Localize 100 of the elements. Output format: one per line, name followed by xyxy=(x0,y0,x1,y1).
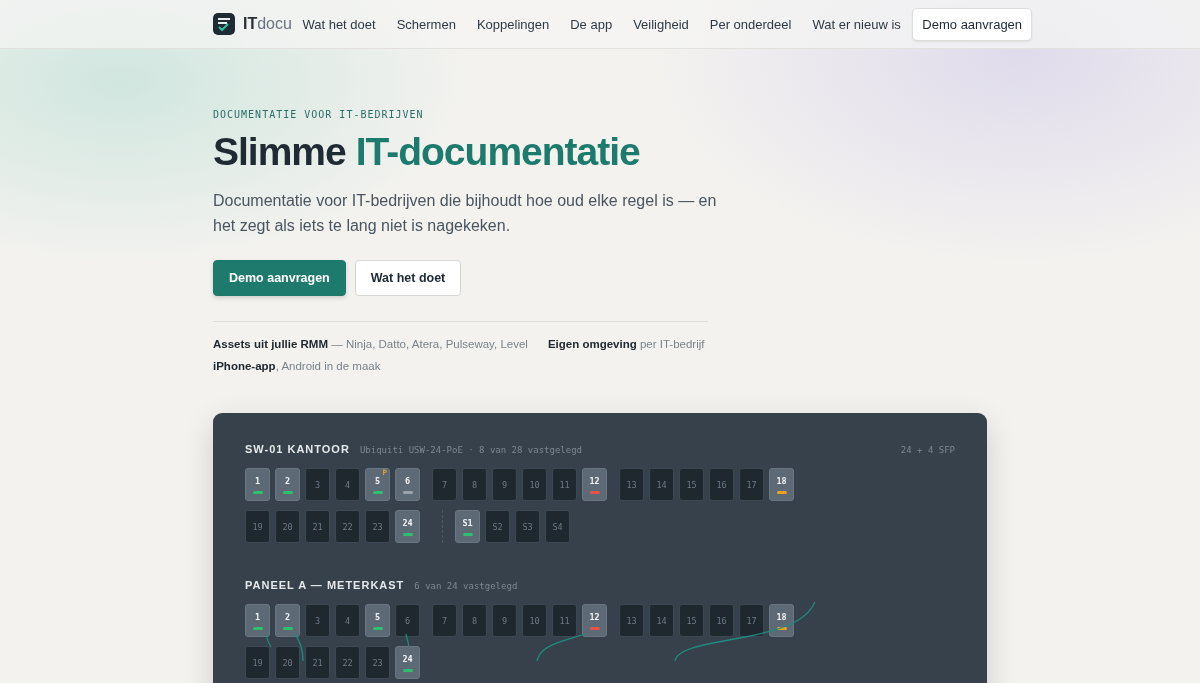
port[interactable]: 19 xyxy=(245,646,270,679)
port[interactable]: 24 xyxy=(395,646,420,679)
port[interactable]: 21 xyxy=(305,646,330,679)
port[interactable]: 3 xyxy=(305,604,330,637)
port[interactable]: 6 xyxy=(395,604,420,637)
port[interactable]: 5 xyxy=(365,604,390,637)
cable xyxy=(265,633,272,648)
port[interactable]: 20 xyxy=(275,510,300,543)
port[interactable]: 13 xyxy=(619,604,644,637)
port[interactable]: 11 xyxy=(552,604,577,637)
port-number: 13 xyxy=(626,479,637,490)
port-number: S3 xyxy=(522,521,533,532)
port[interactable]: 4 xyxy=(335,468,360,501)
demo-button[interactable]: Demo aanvragen xyxy=(213,260,346,296)
port-number: 12 xyxy=(589,475,600,486)
port[interactable]: S1 xyxy=(455,510,480,543)
port[interactable]: 9 xyxy=(492,468,517,501)
port[interactable]: 24 xyxy=(395,510,420,543)
nav-link[interactable]: Koppelingen xyxy=(466,16,560,32)
port-number: 7 xyxy=(441,479,448,490)
port[interactable]: 18 xyxy=(769,468,794,501)
port[interactable]: 16 xyxy=(709,468,734,501)
port[interactable]: 12 xyxy=(582,604,607,637)
port[interactable]: 15 xyxy=(679,604,704,637)
fact-text: iPhone-app, Android in de maak xyxy=(213,360,381,372)
headline: Slimme xyxy=(213,130,346,174)
port[interactable]: 10 xyxy=(522,468,547,501)
port-number: 22 xyxy=(342,521,353,532)
port-number: 24 xyxy=(402,653,413,664)
port[interactable]: 4 xyxy=(335,604,360,637)
port-number: 19 xyxy=(252,521,263,532)
port[interactable]: 9 xyxy=(492,604,517,637)
fact-text: Assets uit jullie RMM — Ninja, Datto, Atera, Pulseway, Level xyxy=(213,338,528,350)
port[interactable]: 8 xyxy=(462,468,487,501)
port[interactable]: 21 xyxy=(305,510,330,543)
port[interactable]: 7 xyxy=(432,604,457,637)
port[interactable]: 17 xyxy=(739,468,764,501)
features-button[interactable]: Wat het doet xyxy=(354,260,462,296)
port[interactable]: 3 xyxy=(305,468,330,501)
port-number: 22 xyxy=(342,657,353,668)
port[interactable]: 19 xyxy=(245,510,270,543)
demo-button[interactable]: Demo aanvragen xyxy=(912,7,1033,41)
cable xyxy=(405,633,410,648)
port[interactable]: 7 xyxy=(432,468,457,501)
port[interactable]: 14 xyxy=(649,468,674,501)
port-number: 9 xyxy=(501,479,508,490)
port-number: 18 xyxy=(776,475,787,486)
port-number: 19 xyxy=(252,657,263,668)
logo-icon[interactable] xyxy=(213,13,235,35)
fact-text: Eigen omgeving per IT-bedrijf xyxy=(547,338,705,350)
port-number: 14 xyxy=(656,479,667,490)
port[interactable]: 20 xyxy=(275,646,300,679)
port[interactable]: 2 xyxy=(275,604,300,637)
port[interactable]: 22 xyxy=(335,646,360,679)
port[interactable]: 23 xyxy=(365,646,390,679)
nav-link[interactable]: Per onderdeel xyxy=(699,16,802,32)
nav-link[interactable]: De app xyxy=(559,16,623,32)
port[interactable]: 10 xyxy=(522,604,547,637)
port-number: 3 xyxy=(314,615,321,626)
port[interactable]: 18 xyxy=(769,604,794,637)
port[interactable]: 22 xyxy=(335,510,360,543)
port-number: 13 xyxy=(626,615,637,626)
port-number: 17 xyxy=(746,479,757,490)
port[interactable]: 2 xyxy=(275,468,300,501)
port[interactable]: 13 xyxy=(619,468,644,501)
port[interactable]: 6 xyxy=(395,468,420,501)
port[interactable]: S3 xyxy=(515,510,540,543)
nav-link[interactable]: Schermen xyxy=(386,16,467,32)
port[interactable]: S4 xyxy=(545,510,570,543)
port[interactable]: S2 xyxy=(485,510,510,543)
device-meta: 6 van 24 vastgelegd xyxy=(414,581,518,591)
port-number: 23 xyxy=(372,521,383,532)
port-number: 5 xyxy=(374,611,381,622)
port-number: 21 xyxy=(312,657,323,668)
headline-accent: IT-documentatie xyxy=(355,130,640,174)
port-number: 8 xyxy=(471,479,478,490)
port-number: 20 xyxy=(282,521,293,532)
port[interactable]: 23 xyxy=(365,510,390,543)
port-number: 1 xyxy=(254,475,261,486)
port[interactable]: 15 xyxy=(679,468,704,501)
port[interactable]: 17 xyxy=(739,604,764,637)
port-summary: 24 + 4 SFP xyxy=(900,445,955,455)
nav-link[interactable]: Wat er nieuw is xyxy=(801,16,912,32)
port[interactable]: 8 xyxy=(462,604,487,637)
port-number: 10 xyxy=(529,615,540,626)
nav-link[interactable]: Wat het doet xyxy=(291,16,387,32)
nav-link[interactable]: Veiligheid xyxy=(622,16,700,32)
port-number: 2 xyxy=(284,475,291,486)
port[interactable]: 12 xyxy=(582,468,607,501)
port-number: 21 xyxy=(312,521,323,532)
port[interactable]: 16 xyxy=(709,604,734,637)
port-number: 16 xyxy=(716,615,727,626)
port[interactable]: 1 xyxy=(245,468,270,501)
port[interactable]: 11 xyxy=(552,468,577,501)
port[interactable]: 1 xyxy=(245,604,270,637)
port[interactable]: 14 xyxy=(649,604,674,637)
device-name: PANEEL A — METERKAST xyxy=(245,579,405,591)
brand-name[interactable]: ITdocu xyxy=(243,15,292,33)
device-meta: Ubiquiti USW-24-PoE · 8 van 28 vastgelegd xyxy=(359,445,583,455)
port-number: 10 xyxy=(529,479,540,490)
